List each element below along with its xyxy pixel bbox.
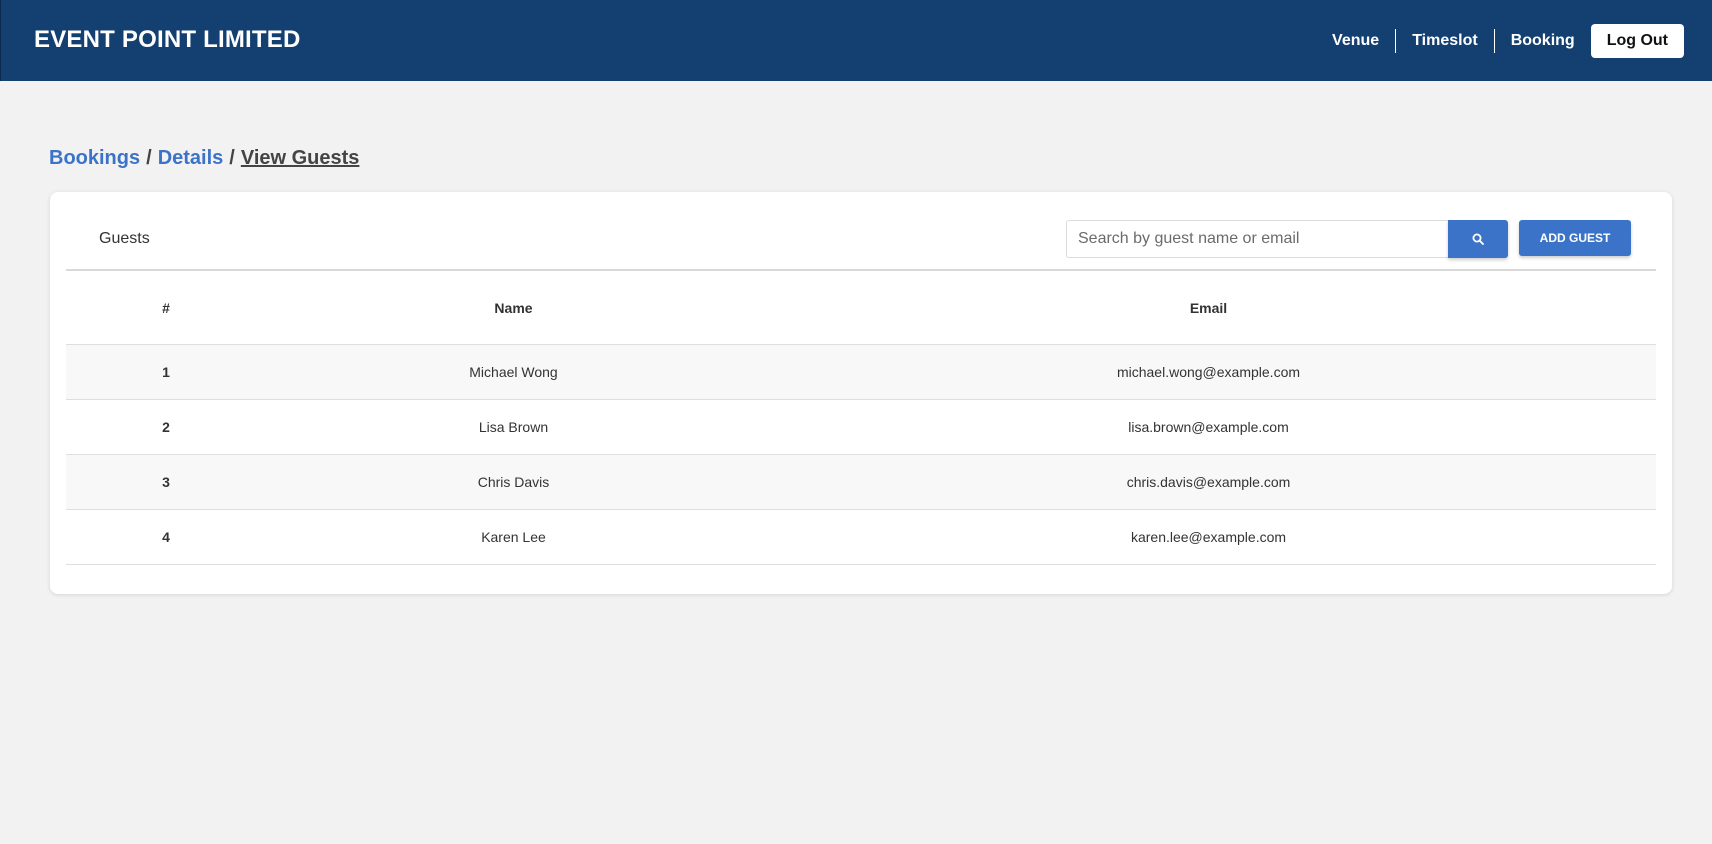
nav-booking-link[interactable]: Booking <box>1495 29 1591 53</box>
guest-name: Karen Lee <box>266 509 761 565</box>
breadcrumb-details-link[interactable]: Details <box>158 147 224 170</box>
guests-table: # Name Email 1 Michael Wong michael.wong… <box>66 273 1656 565</box>
guests-title: Guests <box>99 230 150 247</box>
breadcrumb-separator: / <box>229 147 235 169</box>
top-navbar: EVENT POINT LIMITED Venue Timeslot Booki… <box>0 0 1712 81</box>
nav-timeslot-link[interactable]: Timeslot <box>1396 29 1494 53</box>
logout-button[interactable]: Log Out <box>1590 24 1684 58</box>
brand-title[interactable]: EVENT POINT LIMITED <box>34 26 300 54</box>
breadcrumb: Bookings / Details / View Guests <box>49 147 359 170</box>
guest-email: karen.lee@example.com <box>761 509 1656 565</box>
column-header-number[interactable]: # <box>66 273 266 345</box>
guest-name: Chris Davis <box>266 454 761 510</box>
add-guest-button[interactable]: ADD GUEST <box>1519 220 1631 256</box>
guests-card-header: Guests ADD GUEST <box>66 192 1656 271</box>
column-header-name[interactable]: Name <box>266 273 761 345</box>
table-row[interactable]: 1 Michael Wong michael.wong@example.com <box>66 344 1656 400</box>
table-header-row: # Name Email <box>66 273 1656 345</box>
row-number: 2 <box>66 399 266 455</box>
breadcrumb-current[interactable]: View Guests <box>241 147 360 170</box>
guest-email: lisa.brown@example.com <box>761 399 1656 455</box>
guest-name: Michael Wong <box>266 344 761 400</box>
breadcrumb-bookings-link[interactable]: Bookings <box>49 147 140 170</box>
guest-email: michael.wong@example.com <box>761 344 1656 400</box>
search-icon <box>1448 233 1508 245</box>
guests-card: Guests ADD GUEST # Name Email 1 Michael … <box>50 192 1672 594</box>
row-number: 4 <box>66 509 266 565</box>
row-number: 3 <box>66 454 266 510</box>
nav-venue-link[interactable]: Venue <box>1316 29 1395 53</box>
row-number: 1 <box>66 344 266 400</box>
table-row[interactable]: 4 Karen Lee karen.lee@example.com <box>66 509 1656 565</box>
guest-name: Lisa Brown <box>266 399 761 455</box>
table-row[interactable]: 2 Lisa Brown lisa.brown@example.com <box>66 399 1656 455</box>
table-row[interactable]: 3 Chris Davis chris.davis@example.com <box>66 454 1656 510</box>
nav-links: Venue Timeslot Booking Log Out <box>1316 24 1684 58</box>
breadcrumb-separator: / <box>146 147 152 169</box>
search-button[interactable] <box>1448 220 1508 258</box>
guest-search-input[interactable] <box>1066 220 1449 258</box>
guest-email: chris.davis@example.com <box>761 454 1656 510</box>
column-header-email[interactable]: Email <box>761 273 1656 345</box>
